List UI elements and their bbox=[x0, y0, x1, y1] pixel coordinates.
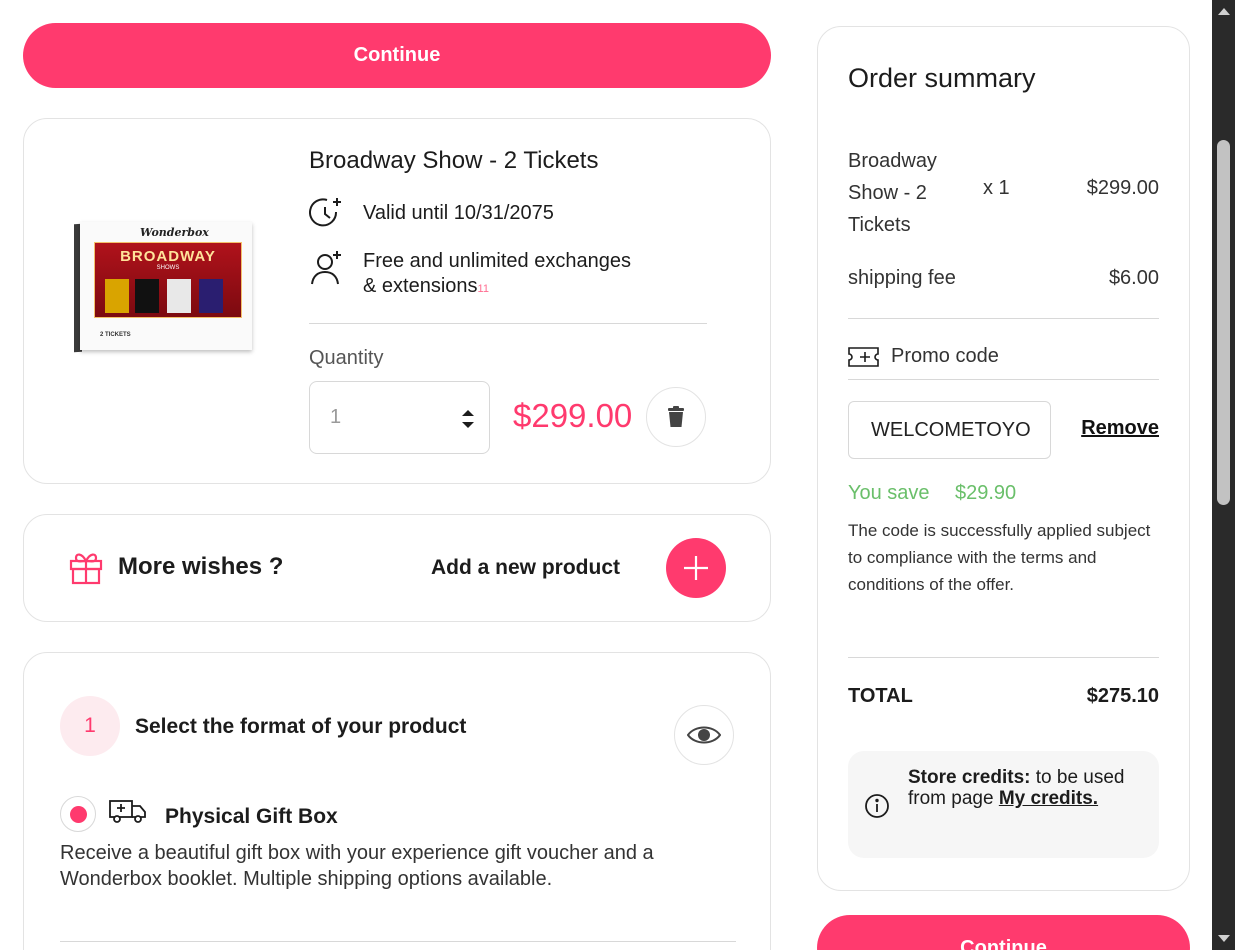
truck-icon bbox=[109, 800, 146, 823]
product-title: Broadway Show - 2 Tickets bbox=[309, 147, 599, 174]
product-image-footer: 2 TICKETS bbox=[100, 332, 131, 338]
product-price: $299.00 bbox=[513, 397, 633, 434]
add-product-label[interactable]: Add a new product bbox=[431, 556, 620, 580]
summary-item-quantity: x 1 bbox=[983, 177, 1010, 199]
user-plus-icon bbox=[311, 251, 341, 285]
order-summary-card: Order summary Broadway Show - 2 Tickets … bbox=[817, 26, 1190, 891]
gift-icon bbox=[69, 553, 103, 585]
exchange-footnote: 11 bbox=[477, 283, 489, 295]
validity-text: Valid until 10/31/2075 bbox=[363, 202, 554, 224]
eye-icon bbox=[687, 726, 721, 744]
ticket-percent-icon bbox=[848, 346, 879, 367]
summary-item-name: Broadway Show - 2 Tickets bbox=[848, 150, 937, 236]
promo-code-input[interactable] bbox=[848, 401, 1051, 459]
order-summary-title: Order summary bbox=[848, 63, 1036, 93]
page-scrollbar[interactable] bbox=[1212, 0, 1235, 950]
exchange-text-line1: Free and unlimited exchanges bbox=[363, 250, 631, 272]
product-image-brand: Wonderbox bbox=[140, 226, 209, 239]
chevron-updown-icon[interactable] bbox=[461, 408, 475, 430]
exchange-text-line2: & extensions bbox=[363, 275, 478, 297]
divider bbox=[848, 657, 1159, 658]
scrollbar-thumb[interactable] bbox=[1217, 140, 1230, 505]
add-product-button[interactable] bbox=[666, 538, 726, 598]
shipping-value: $6.00 bbox=[1108, 267, 1159, 289]
product-image-subtitle: SHOWS bbox=[156, 265, 180, 271]
my-credits-link[interactable]: My credits. bbox=[999, 788, 1098, 809]
divider bbox=[848, 318, 1159, 319]
promo-code-label: Promo code bbox=[891, 345, 999, 367]
shipping-label: shipping fee bbox=[848, 267, 956, 289]
exchange-row: Free and unlimited exchanges & extension… bbox=[309, 249, 631, 302]
continue-button-secondary[interactable]: Continue bbox=[817, 915, 1190, 950]
remove-promo-link[interactable]: Remove bbox=[1081, 417, 1159, 440]
divider bbox=[60, 941, 736, 942]
format-card: 1 Select the format of your product Phys… bbox=[23, 652, 771, 950]
delete-product-button[interactable] bbox=[646, 387, 706, 447]
summary-item-price: $299.00 bbox=[1086, 177, 1159, 199]
preview-button[interactable] bbox=[674, 705, 734, 765]
more-wishes-title: More wishes ? bbox=[118, 553, 284, 580]
info-icon bbox=[865, 794, 889, 818]
scroll-down-arrow[interactable] bbox=[1218, 935, 1230, 942]
promo-code-toggle[interactable]: Promo code bbox=[848, 345, 999, 368]
validity-row: Valid until 10/31/2075 bbox=[309, 195, 554, 231]
store-credits-title: Store credits: bbox=[908, 767, 1031, 788]
product-image: Wonderbox BROADWAY SHOWS 2 TICKETS bbox=[74, 222, 252, 354]
product-card: Wonderbox BROADWAY SHOWS 2 TICKETS Broad… bbox=[23, 118, 771, 484]
option-title[interactable]: Physical Gift Box bbox=[165, 805, 338, 829]
total-label: TOTAL bbox=[848, 685, 913, 707]
trash-icon bbox=[668, 406, 684, 427]
continue-button[interactable]: Continue bbox=[23, 23, 771, 88]
scroll-up-arrow[interactable] bbox=[1218, 8, 1230, 15]
quantity-stepper[interactable]: 1 bbox=[309, 381, 490, 454]
quantity-value: 1 bbox=[330, 406, 342, 428]
step-number: 1 bbox=[60, 696, 120, 756]
total-value: $275.10 bbox=[1086, 685, 1159, 707]
physical-gift-box-radio[interactable] bbox=[60, 796, 96, 832]
more-wishes-card: More wishes ? Add a new product bbox=[23, 514, 771, 622]
promo-applied-message: The code is successfully applied subject… bbox=[848, 521, 1151, 594]
savings-value: $29.90 bbox=[955, 482, 1017, 504]
plus-icon bbox=[684, 556, 708, 580]
step-title: Select the format of your product bbox=[135, 715, 467, 738]
quantity-label: Quantity bbox=[309, 347, 384, 369]
option-description: Receive a beautiful gift box with your e… bbox=[60, 842, 654, 890]
divider bbox=[309, 323, 707, 324]
product-image-title: BROADWAY bbox=[120, 248, 216, 265]
divider bbox=[848, 379, 1159, 380]
store-credits-info: Store credits: to be used from page My c… bbox=[848, 751, 1159, 858]
savings-label: You save bbox=[848, 482, 930, 504]
clock-plus-icon bbox=[309, 198, 341, 227]
